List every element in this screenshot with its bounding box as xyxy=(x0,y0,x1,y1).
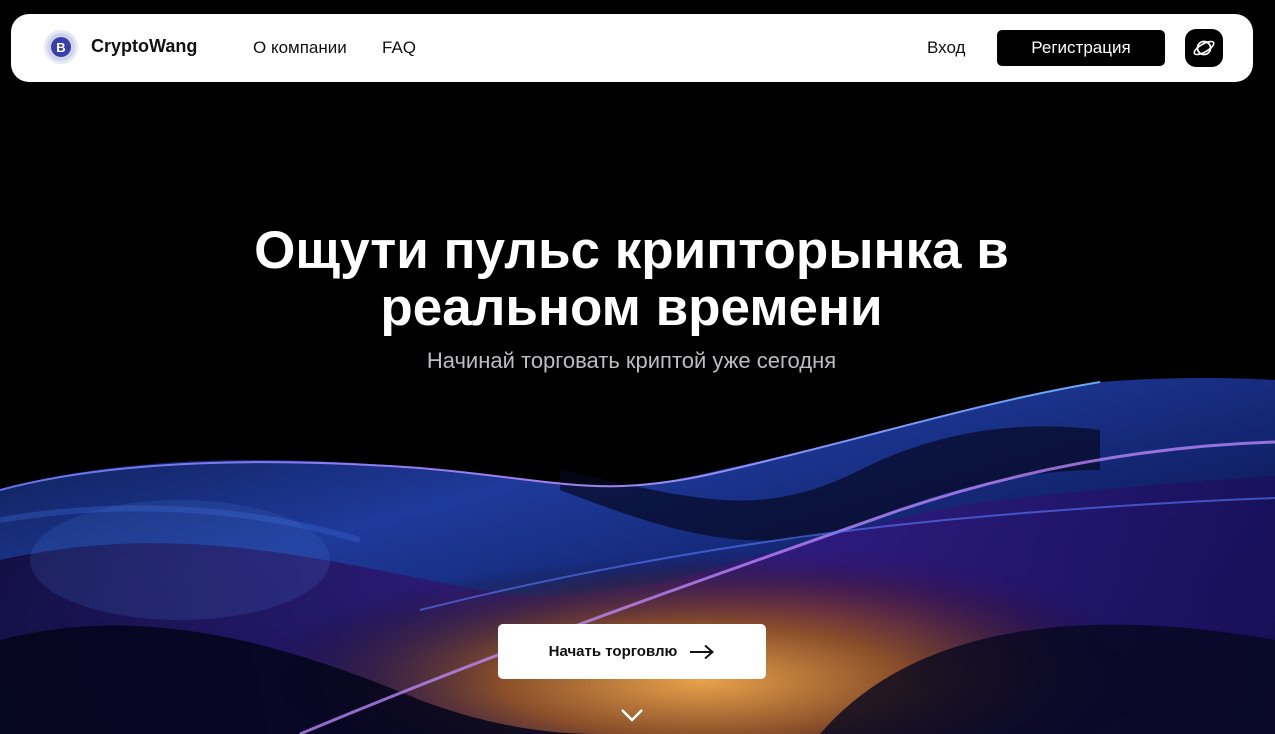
hero-subtitle: Начинай торговать криптой уже сегодня xyxy=(426,348,837,373)
hero-title: Ощути пульс крипторынка в реальном време… xyxy=(0,222,1263,336)
arrow-right-icon xyxy=(690,644,715,659)
theme-toggle-button[interactable] xyxy=(1185,29,1223,67)
login-link[interactable]: Вход xyxy=(927,38,965,58)
chevron-down-icon[interactable] xyxy=(620,705,644,725)
hero-title-line-1: Ощути пульс крипторынка в xyxy=(254,221,1009,280)
nav-link-about[interactable]: О компании xyxy=(253,38,347,58)
nav-link-faq[interactable]: FAQ xyxy=(382,38,416,58)
hero-title-line-2: реальном времени xyxy=(380,278,883,337)
landing-page: B CryptoWang О компании FAQ Вход Регистр… xyxy=(0,0,1275,734)
register-button[interactable]: Регистрация xyxy=(997,30,1165,66)
brand-name[interactable]: CryptoWang xyxy=(91,36,197,57)
svg-text:B: B xyxy=(56,40,65,55)
bitcoin-logo-icon[interactable]: B xyxy=(43,29,79,65)
top-navbar: B CryptoWang О компании FAQ Вход Регистр… xyxy=(11,14,1253,82)
start-trading-label: Начать торговлю xyxy=(548,643,678,660)
planet-icon xyxy=(1193,40,1215,56)
start-trading-button[interactable]: Начать торговлю xyxy=(498,624,766,679)
